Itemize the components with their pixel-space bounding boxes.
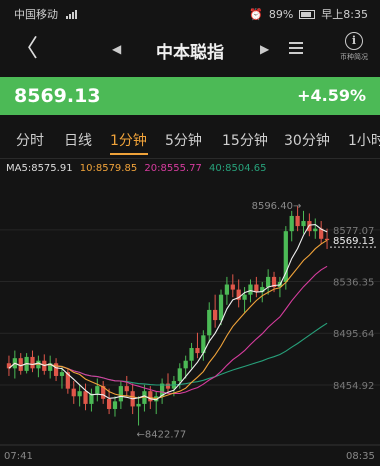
candle-body — [266, 276, 271, 288]
alarm-icon: ⏰ — [249, 7, 263, 21]
candle-body — [230, 284, 235, 290]
kline-chart[interactable]: 8577.078536.358495.648454.928596.40→←842… — [0, 160, 380, 466]
info-icon: i — [345, 32, 363, 50]
candle-body — [301, 221, 306, 227]
tab-timeshare[interactable]: 分时 — [16, 130, 44, 150]
tab-30min[interactable]: 30分钟 — [284, 130, 330, 150]
y-tick-label: 8495.64 — [333, 329, 374, 340]
candle-body — [118, 386, 123, 402]
status-bar: 中国移动 ⏰ 89% 早上8:35 — [0, 0, 380, 26]
ma-legend: MA5:8575.91 10:8579.85 20:8555.77 40:850… — [6, 163, 270, 174]
candle-body — [242, 294, 247, 300]
candle-body — [195, 348, 200, 354]
price-bar: 8569.13 +4.59% — [0, 77, 380, 115]
candle-body — [189, 348, 194, 361]
tab-5min[interactable]: 5分钟 — [165, 130, 202, 150]
ma40-value: 40:8504.65 — [209, 163, 267, 174]
y-tick-label: 8454.92 — [333, 381, 374, 392]
active-tab-indicator — [110, 153, 148, 155]
x-end-label: 08:35 — [346, 451, 375, 462]
candle-body — [313, 228, 318, 232]
page-title: 中本聪指 — [156, 43, 224, 63]
candle-body — [218, 294, 224, 321]
nav-bar: 〈 ◀ 中本聪指 ▶ i 币种简况 — [0, 26, 380, 74]
next-coin-icon[interactable]: ▶ — [260, 42, 269, 56]
candle-body — [112, 401, 118, 409]
ma5-value: MA5:8575.91 — [6, 163, 73, 174]
candle-body — [213, 309, 218, 321]
candle-body — [224, 284, 230, 295]
candle-body — [295, 215, 300, 227]
coin-info-label: 币种简况 — [340, 53, 368, 61]
candle-body — [30, 356, 35, 369]
ma10-value: 10:8579.85 — [79, 163, 138, 174]
ma20-value: 20:8555.77 — [144, 163, 202, 174]
clock-label: 早上8:35 — [321, 8, 368, 21]
current-price-label: 8569.13 — [333, 236, 374, 247]
y-tick-label: 8536.35 — [333, 278, 374, 289]
candle-body — [283, 231, 288, 282]
candle-body — [77, 391, 82, 397]
x-start-label: 07:41 — [4, 451, 33, 462]
tabs-divider — [0, 158, 380, 159]
tab-daily[interactable]: 日线 — [64, 130, 92, 150]
candle-body — [165, 383, 171, 389]
tab-1hour[interactable]: 1小时 — [348, 130, 380, 150]
candle-body — [136, 403, 141, 407]
status-right: ⏰ 89% 早上8:35 — [249, 6, 368, 22]
max-price-label: 8596.40→ — [252, 201, 302, 212]
candle-body — [183, 360, 188, 369]
coin-info-button[interactable]: i 币种简况 — [336, 32, 372, 62]
carrier-label: 中国移动 — [14, 8, 58, 21]
candle-body — [207, 309, 212, 336]
battery-icon — [299, 9, 316, 19]
status-left: 中国移动 — [14, 6, 77, 22]
last-price: 8569.13 — [14, 85, 101, 107]
tab-1min[interactable]: 1分钟 — [110, 130, 147, 150]
candle-body — [83, 391, 88, 404]
candle-body — [95, 386, 100, 394]
candle-body — [248, 284, 253, 295]
signal-icon — [65, 10, 77, 19]
candle-body — [324, 238, 330, 241]
price-change: +4.59% — [297, 86, 366, 105]
menu-icon[interactable] — [289, 42, 303, 54]
min-price-label: ←8422.77 — [137, 429, 187, 440]
candle-body — [18, 358, 23, 371]
battery-level: 89% — [268, 7, 294, 21]
candle-body — [148, 391, 153, 402]
candle-body — [59, 372, 65, 376]
interval-tabs: 分时 日线 1分钟 5分钟 15分钟 30分钟 1小时 — [0, 126, 380, 156]
candle-body — [289, 215, 294, 232]
candle-body — [177, 368, 182, 382]
candle-body — [254, 284, 259, 293]
candle-body — [71, 388, 76, 397]
candle-body — [106, 398, 112, 409]
candle-body — [124, 386, 129, 392]
tab-15min[interactable]: 15分钟 — [222, 130, 268, 150]
